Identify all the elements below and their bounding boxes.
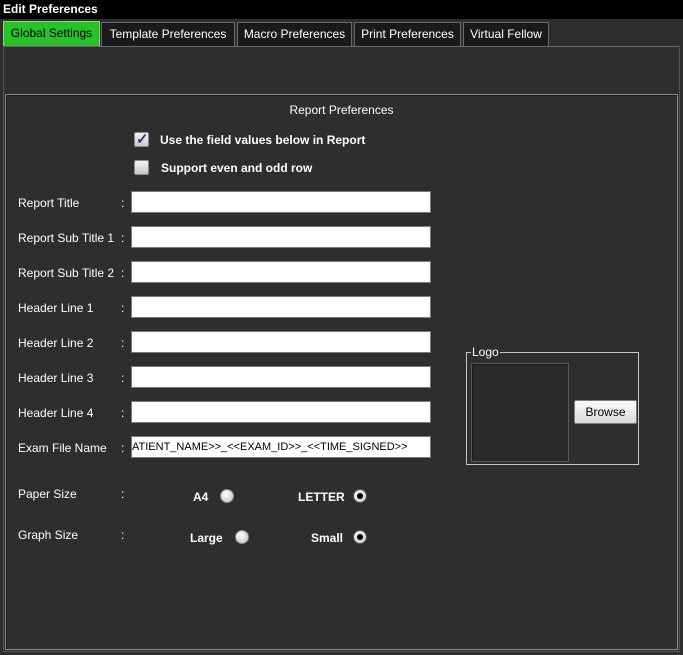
header-line-3-input[interactable]	[131, 366, 431, 388]
field-colon: :	[121, 487, 125, 501]
logo-preview	[471, 363, 569, 462]
graph-size-large-label: Large	[190, 531, 223, 545]
paper-size-label: Paper Size	[18, 487, 77, 501]
checkmark-icon: ✓	[136, 131, 149, 148]
field-colon: :	[121, 371, 125, 385]
graph-size-label: Graph Size	[18, 528, 79, 542]
field-label-header-line-2: Header Line 2	[18, 336, 94, 350]
even-odd-row-checkbox[interactable]	[134, 160, 149, 175]
field-label-exam-file-name: Exam File Name	[18, 441, 107, 455]
exam-file-name-input[interactable]	[131, 436, 431, 458]
paper-size-a4-radio[interactable]	[220, 489, 234, 503]
window-title: Edit Preferences	[0, 0, 683, 19]
even-odd-row-label: Support even and odd row	[161, 161, 313, 175]
header-line-4-input[interactable]	[131, 401, 431, 423]
field-label-header-line-4: Header Line 4	[18, 406, 94, 420]
content-divider	[4, 46, 679, 90]
field-colon: :	[121, 441, 125, 455]
report-sub-title-2-input[interactable]	[131, 261, 431, 283]
browse-button[interactable]: Browse	[574, 400, 637, 424]
field-label-report-sub-title-1: Report Sub Title 1	[18, 231, 115, 245]
header-line-2-input[interactable]	[131, 331, 431, 353]
field-colon: :	[121, 528, 125, 542]
report-title-input[interactable]	[131, 191, 431, 213]
panel-title: Report Preferences	[289, 103, 394, 117]
graph-size-small-label: Small	[311, 531, 344, 545]
field-label-report-title: Report Title	[18, 196, 80, 210]
tab-virtual-fellow[interactable]: Virtual Fellow	[463, 22, 549, 46]
tab-print-preferences[interactable]: Print Preferences	[354, 22, 461, 46]
paper-size-letter-label: LETTER	[298, 490, 345, 504]
use-field-values-checkbox[interactable]: ✓	[134, 131, 149, 148]
field-colon: :	[121, 336, 125, 350]
graph-size-small-radio[interactable]	[353, 530, 367, 544]
report-sub-title-1-input[interactable]	[131, 226, 431, 248]
field-colon: :	[121, 231, 125, 245]
field-label-header-line-1: Header Line 1	[18, 301, 94, 315]
field-colon: :	[121, 196, 125, 210]
logo-legend: Logo	[471, 345, 500, 359]
tab-strip: Global Settings Template Preferences Mac…	[0, 19, 683, 47]
tab-global-settings[interactable]: Global Settings	[3, 21, 100, 47]
use-field-values-label: Use the field values below in Report	[160, 133, 366, 147]
field-label-report-sub-title-2: Report Sub Title 2	[18, 266, 115, 280]
tab-template-preferences[interactable]: Template Preferences	[101, 22, 235, 46]
field-colon: :	[121, 406, 125, 420]
logo-group: Logo Browse	[466, 346, 639, 465]
field-colon: :	[121, 301, 125, 315]
tab-macro-preferences[interactable]: Macro Preferences	[237, 22, 352, 46]
graph-size-large-radio[interactable]	[235, 530, 249, 544]
paper-size-a4-label: A4	[193, 490, 209, 504]
paper-size-letter-radio[interactable]	[353, 489, 367, 503]
field-label-header-line-3: Header Line 3	[18, 371, 94, 385]
field-colon: :	[121, 266, 125, 280]
header-line-1-input[interactable]	[131, 296, 431, 318]
